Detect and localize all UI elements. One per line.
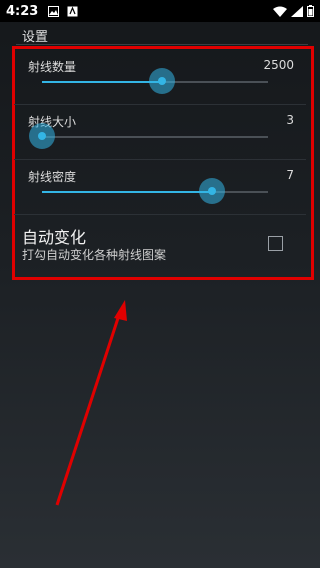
annotation-arrow xyxy=(55,300,127,506)
